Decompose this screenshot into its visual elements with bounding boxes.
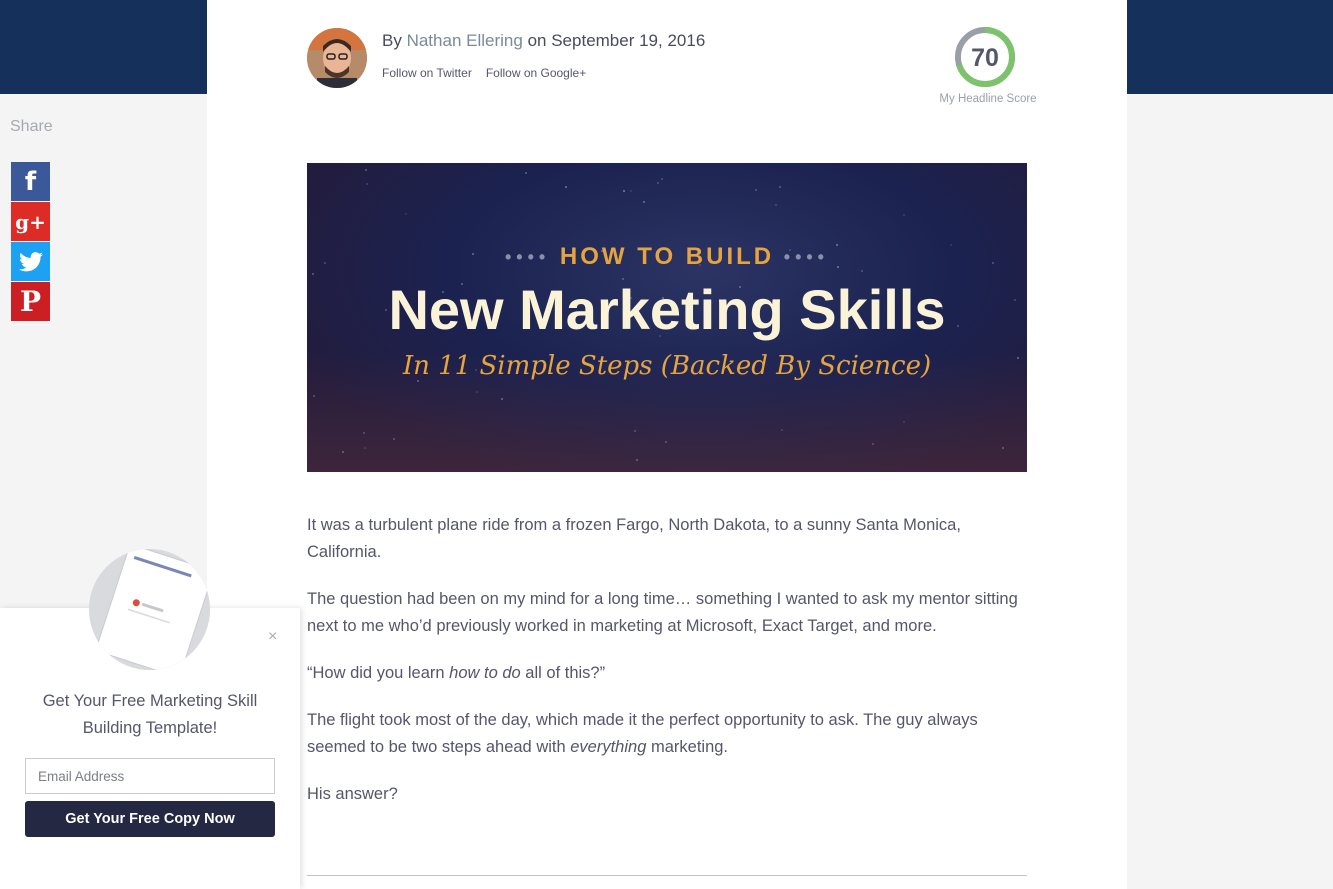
hero-image: •••• HOW TO BUILD •••• New Marketing Ski… — [307, 163, 1027, 472]
hero-star — [636, 459, 638, 461]
paragraph: It was a turbulent plane ride from a fro… — [307, 516, 961, 561]
hero-title: New Marketing Skills — [388, 278, 946, 341]
hero-star — [565, 186, 567, 188]
twitter-icon — [18, 251, 43, 271]
hero-star — [643, 201, 645, 203]
hero-star — [342, 451, 344, 453]
article-container: By Nathan Ellering on September 19, 2016… — [207, 0, 1127, 889]
hero-star — [779, 186, 781, 188]
template-document-icon — [89, 549, 210, 670]
hero-star — [781, 429, 783, 431]
hero-star — [313, 395, 315, 397]
hero-star — [657, 182, 659, 184]
follow-twitter-link[interactable]: Follow on Twitter — [382, 66, 472, 80]
hero-star — [365, 169, 367, 171]
hero-star — [1002, 447, 1004, 449]
pinterest-share-button[interactable]: P — [11, 282, 50, 321]
paragraph: His answer? — [307, 785, 398, 803]
publish-date: September 19, 2016 — [551, 31, 706, 50]
email-field[interactable] — [25, 758, 275, 794]
hero-star — [364, 447, 366, 449]
hero-dots-left: •••• — [505, 247, 551, 268]
share-label: Share — [10, 118, 53, 135]
hero-star — [872, 443, 874, 445]
hero-star — [903, 214, 905, 216]
section-divider — [307, 875, 1027, 876]
hero-star — [363, 432, 365, 434]
hero-star — [501, 398, 503, 400]
twitter-share-button[interactable] — [11, 242, 50, 281]
headline-score-label: My Headline Score — [939, 93, 1037, 105]
pinterest-icon: P — [19, 285, 42, 318]
author-photo — [307, 28, 367, 88]
hero-star — [623, 190, 625, 192]
author-link[interactable]: Nathan Ellering — [407, 31, 523, 50]
p4-end: marketing. — [646, 738, 729, 756]
hero-star — [366, 183, 368, 185]
popup-heading: Get Your Free Marketing Skill Building T… — [42, 692, 258, 737]
google-plus-share-button[interactable]: g+ — [11, 202, 50, 241]
hero-star — [405, 213, 407, 215]
google-plus-icon: g+ — [15, 209, 46, 234]
hero-star — [755, 189, 757, 191]
hero-star — [775, 204, 777, 206]
hero-star — [903, 421, 905, 423]
hero-star — [393, 438, 395, 440]
hero-subtitle: In 11 Simple Steps (Backed By Science) — [402, 351, 932, 381]
p3-end: all of this?” — [520, 664, 606, 682]
hero-kicker: •••• HOW TO BUILD •••• — [307, 243, 1027, 271]
facebook-icon: f — [24, 166, 37, 197]
hero-kicker-text: HOW TO BUILD — [559, 243, 775, 270]
hero-star — [312, 273, 314, 275]
follow-google-link[interactable]: Follow on Google+ — [486, 66, 586, 80]
template-preview-image — [89, 549, 210, 670]
p4-emphasis: everything — [570, 738, 647, 756]
headline-score-ring: 70 — [955, 27, 1015, 87]
hero-star — [665, 441, 667, 443]
hero-star — [525, 172, 527, 174]
hero-star — [634, 430, 636, 432]
p3-emphasis: how to do — [449, 664, 521, 682]
headline-score-value: 70 — [971, 44, 999, 72]
follow-links: Follow on Twitter Follow on Google+ — [382, 66, 586, 80]
facebook-share-button[interactable]: f — [11, 162, 50, 201]
byline: By Nathan Ellering on September 19, 2016 — [382, 31, 705, 51]
byline-prefix: By — [382, 31, 402, 50]
date-prefix: on — [527, 31, 547, 50]
p3-start: “How did you learn — [307, 664, 450, 682]
close-icon[interactable]: × — [268, 628, 277, 646]
article-body: It was a turbulent plane ride from a fro… — [307, 512, 1027, 828]
hero-star — [630, 190, 632, 192]
hero-star — [661, 178, 663, 180]
author-avatar[interactable] — [307, 28, 367, 88]
hero-star — [476, 391, 478, 393]
paragraph: The question had been on my mind for a l… — [307, 590, 1018, 635]
paragraph: The flight took most of the day, which m… — [307, 707, 1027, 761]
get-copy-button[interactable]: Get Your Free Copy Now — [25, 801, 275, 837]
hero-dots-right: •••• — [783, 247, 829, 268]
paragraph: “How did you learn how to do all of this… — [307, 660, 1027, 687]
